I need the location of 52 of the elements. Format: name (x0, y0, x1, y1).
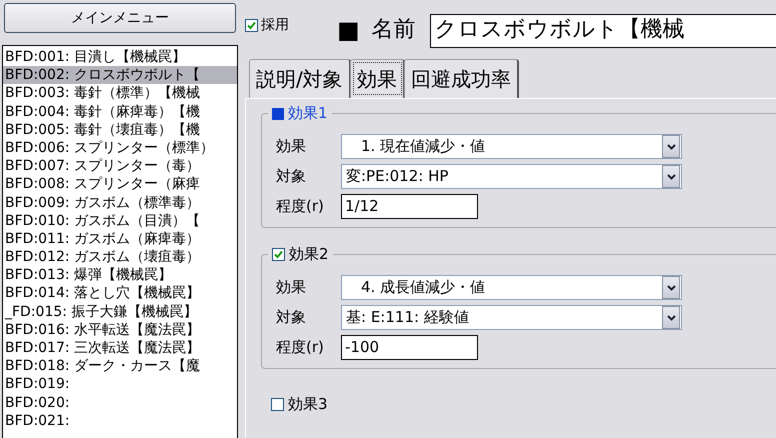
tab[interactable]: 効果 (350, 59, 405, 98)
degree-field[interactable]: 1/12 (341, 194, 478, 219)
list-item[interactable]: BFD:004: 毒針（麻痺毒）【機 (3, 102, 237, 121)
list-item[interactable]: BFD:001: 目潰し【機械罠】 (3, 48, 237, 66)
list-item[interactable]: BFD:005: 毒針（壊疽毒）【機 (3, 120, 237, 139)
dropdown-icon[interactable] (662, 135, 680, 158)
name-label: 名前 (372, 16, 416, 44)
list-item[interactable]: BFD:019: (3, 375, 237, 394)
list-item[interactable]: BFD:008: スプリンター（麻痺 (3, 175, 237, 194)
list-item[interactable]: _FD:015: 振子大鎌【機械罠】 (3, 302, 237, 321)
effect-select[interactable]: 4. 成長値減少・値 (341, 275, 682, 300)
list-item[interactable]: BFD:017: 三次転送【魔法罠】 (3, 339, 237, 358)
list-item[interactable]: BFD:020: (3, 394, 237, 412)
checkbox[interactable] (245, 18, 258, 32)
list-item[interactable]: BFD:002: クロスボウボルト【 (3, 66, 237, 84)
list-item[interactable]: BFD:021: (3, 412, 237, 430)
field-label: 程度(r) (276, 197, 325, 216)
group-title: 効果3 (288, 395, 328, 414)
field-label: 程度(r) (276, 338, 325, 357)
dropdown-icon[interactable] (662, 165, 680, 188)
list-item[interactable]: BFD:003: 毒針（標準）【機械 (3, 84, 237, 103)
field-label: 効果 (276, 278, 307, 297)
group-title: 効果1 (288, 104, 328, 123)
checkbox[interactable] (271, 398, 284, 411)
field-label: 効果 (276, 137, 307, 156)
list-item[interactable]: BFD:016: 水平転送【魔法罠】 (3, 320, 237, 339)
square-marker: ■ (337, 15, 360, 46)
adopt-label: 採用 (261, 16, 289, 34)
target-select[interactable]: 変:PE:012: HP (341, 164, 682, 189)
checkbox[interactable] (272, 248, 285, 261)
degree-field[interactable]: -100 (341, 335, 478, 360)
list-item[interactable]: BFD:009: ガスボム（標準毒） (3, 194, 237, 212)
name-field[interactable]: クロスボウボルト【機械 (430, 14, 776, 48)
field-label: 対象 (276, 167, 307, 186)
main-menu-button[interactable]: メインメニュー (4, 3, 236, 33)
tab[interactable]: 説明/対象 (249, 59, 351, 98)
list-item[interactable]: BFD:007: スプリンター（毒） (3, 157, 237, 176)
list-item[interactable]: BFD:012: ガスボム（壊疽毒） (3, 248, 237, 266)
list-item[interactable]: BFD:011: ガスボム（麻痺毒） (3, 230, 237, 248)
tab[interactable]: 回避成功率 (404, 59, 519, 98)
square-icon (272, 108, 284, 120)
list-item[interactable]: BFD:006: スプリンター（標準） (3, 138, 237, 158)
dropdown-icon[interactable] (662, 276, 680, 299)
list-item[interactable]: BFD:010: ガスボム（目潰）【 (3, 212, 237, 230)
dropdown-icon[interactable] (662, 306, 680, 329)
group-title: 効果2 (289, 245, 329, 264)
list-item[interactable]: BFD:014: 落とし穴【機械罠】 (3, 284, 237, 303)
field-label: 対象 (276, 308, 307, 327)
list-item[interactable]: BFD:013: 爆弾【機械罠】 (3, 266, 237, 284)
target-select[interactable]: 基: E:111: 経験値 (341, 305, 682, 330)
list-item[interactable]: BFD:018: ダーク・カース【魔 (3, 357, 237, 376)
effect-select[interactable]: 1. 現在値減少・値 (341, 134, 682, 159)
